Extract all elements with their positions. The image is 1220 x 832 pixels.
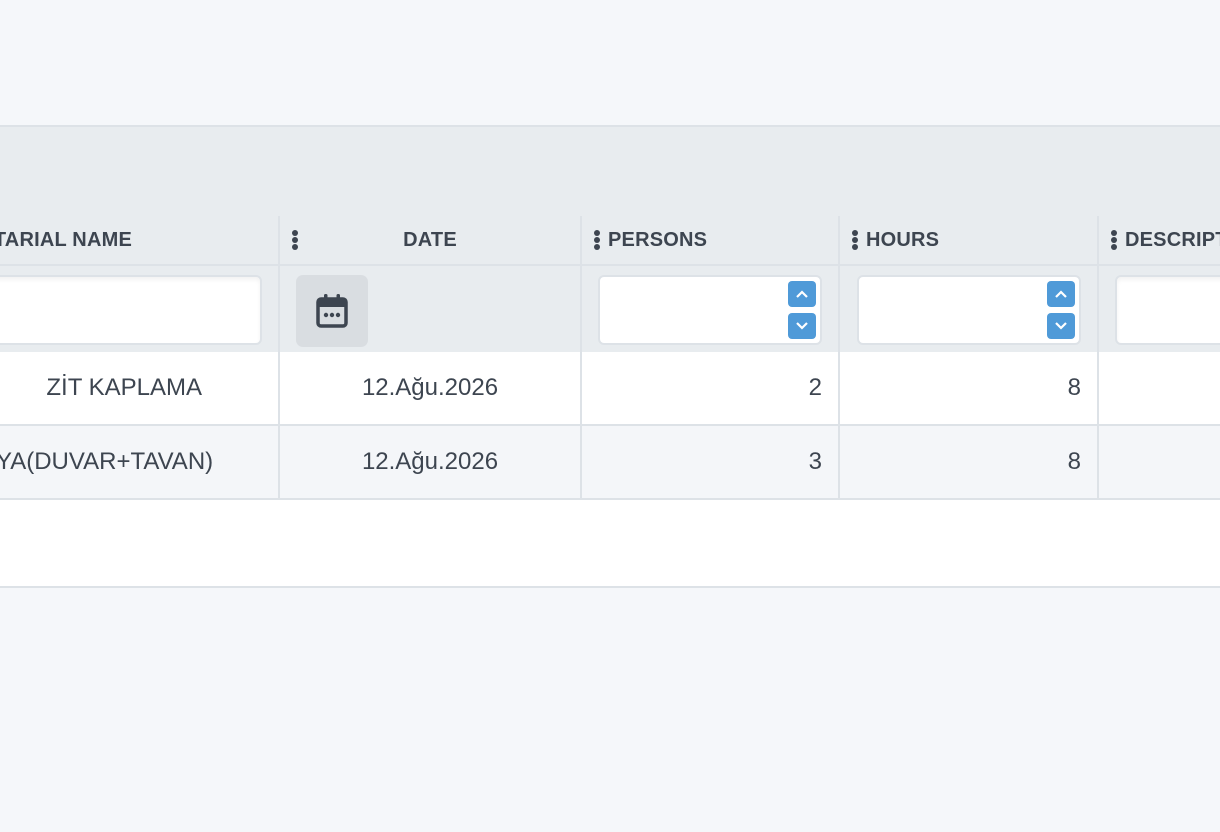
filter-row	[0, 266, 1220, 352]
chevron-down-icon	[796, 322, 808, 330]
column-header-label: TARIAL NAME	[0, 228, 132, 251]
cell-persons[interactable]: 3	[580, 426, 838, 498]
column-header-label: DATE	[403, 228, 457, 251]
page: TARIAL NAME DATE PERSONS HOURS DESCRIPT	[0, 0, 1220, 832]
hours-spin-down-button[interactable]	[1047, 313, 1075, 339]
date-value: 12.Ağu.2026	[361, 448, 499, 475]
table-row[interactable]: ZİT KAPLAMA 12.Ağu.2026 2 8	[0, 352, 1220, 426]
material-name-filter-input[interactable]	[0, 275, 262, 345]
cell-material-name[interactable]: ZİT KAPLAMA	[0, 352, 280, 424]
filter-cell-material-name	[0, 266, 280, 352]
cell-date[interactable]: 12.Ağu.2026	[278, 426, 580, 498]
column-header-persons[interactable]: PERSONS	[580, 216, 838, 264]
column-header-hours[interactable]: HOURS	[838, 216, 1097, 264]
chevron-down-icon	[1055, 322, 1067, 330]
cell-hours[interactable]: 8	[838, 426, 1097, 498]
column-menu-icon[interactable]	[292, 230, 298, 250]
grid-panel: TARIAL NAME DATE PERSONS HOURS DESCRIPT	[0, 125, 1220, 588]
column-menu-icon[interactable]	[594, 230, 600, 250]
hours-filter-input[interactable]	[857, 275, 1081, 345]
filter-cell-persons	[580, 266, 838, 352]
column-header-date[interactable]: DATE	[278, 216, 580, 264]
column-header-description[interactable]: DESCRIPT	[1097, 216, 1220, 264]
persons-value: 2	[808, 374, 822, 401]
column-header-material-name[interactable]: TARIAL NAME	[0, 216, 280, 264]
persons-spin-down-button[interactable]	[788, 313, 816, 339]
material-name-value: ZİT KAPLAMA	[46, 374, 202, 401]
column-menu-icon[interactable]	[852, 230, 858, 250]
cell-date[interactable]: 12.Ağu.2026	[278, 352, 580, 424]
filter-cell-description	[1097, 266, 1220, 352]
description-filter-input[interactable]	[1115, 275, 1220, 345]
table-row[interactable]: YA(DUVAR+TAVAN) 12.Ağu.2026 3 8	[0, 426, 1220, 500]
cell-description[interactable]	[1097, 352, 1220, 424]
cell-material-name[interactable]: YA(DUVAR+TAVAN)	[0, 426, 280, 498]
cell-hours[interactable]: 8	[838, 352, 1097, 424]
cell-persons[interactable]: 2	[580, 352, 838, 424]
column-header-label: PERSONS	[608, 228, 708, 251]
data-grid: TARIAL NAME DATE PERSONS HOURS DESCRIPT	[0, 216, 1220, 500]
column-header-label: HOURS	[866, 228, 940, 251]
grid-toolbar	[0, 127, 1220, 218]
filter-cell-date	[278, 266, 580, 352]
material-name-value: YA(DUVAR+TAVAN)	[0, 448, 214, 475]
hours-value: 8	[1067, 374, 1081, 401]
header-row: TARIAL NAME DATE PERSONS HOURS DESCRIPT	[0, 216, 1220, 266]
date-value: 12.Ağu.2026	[361, 374, 499, 401]
filter-cell-hours	[838, 266, 1097, 352]
date-filter-button[interactable]	[296, 275, 368, 347]
hours-value: 8	[1067, 448, 1081, 475]
calendar-icon	[316, 294, 348, 328]
persons-filter-input[interactable]	[598, 275, 822, 345]
chevron-up-icon	[796, 290, 808, 298]
hours-spin-up-button[interactable]	[1047, 281, 1075, 307]
persons-value: 3	[808, 448, 822, 475]
column-header-label: DESCRIPT	[1125, 228, 1220, 251]
persons-spin-up-button[interactable]	[788, 281, 816, 307]
column-menu-icon[interactable]	[1111, 230, 1117, 250]
chevron-up-icon	[1055, 290, 1067, 298]
cell-description[interactable]	[1097, 426, 1220, 498]
